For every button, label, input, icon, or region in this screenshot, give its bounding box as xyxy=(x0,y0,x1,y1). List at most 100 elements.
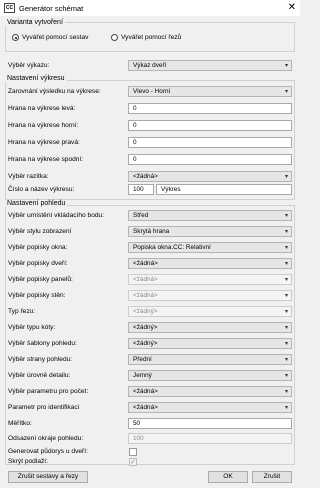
margin-bottom-label: Hrana na výkrese spodní: xyxy=(8,156,84,163)
chevron-down-icon: ▾ xyxy=(284,373,288,379)
wall-tag-combo: <žádná> ▾ xyxy=(128,290,292,301)
detail-level-value: Jemný xyxy=(133,372,152,379)
id-param-value: <žádná> xyxy=(133,404,158,411)
margin-top-input[interactable]: 0 xyxy=(128,120,292,131)
window-tag-combo[interactable]: Popiska okna.CC: Relativní ▾ xyxy=(128,242,292,253)
drawing-name-input[interactable]: Výkres xyxy=(156,184,292,195)
display-style-combo[interactable]: Skrytá hrana ▾ xyxy=(128,226,292,237)
chevron-down-icon: ▾ xyxy=(284,325,288,331)
radio-sets-label: Vyvářet pomocí sestav xyxy=(22,34,89,41)
alignment-value: Vlevo - Horní xyxy=(133,88,171,95)
chevron-down-icon: ▾ xyxy=(284,213,288,219)
view-row-label: Výběr typu kóty: xyxy=(8,324,56,331)
chevron-down-icon: ▾ xyxy=(284,405,288,411)
view-template-value: <žádný> xyxy=(133,340,158,347)
scale-input[interactable]: 50 xyxy=(128,418,292,429)
margin-right-label: Hrana na výkrese pravá: xyxy=(8,139,80,146)
view-row-label: Výběr popisky stěn: xyxy=(8,292,66,299)
title-bar: CC Generátor schémat ✕ xyxy=(0,0,300,16)
panel-tag-value: <žádná> xyxy=(133,276,158,283)
wall-tag-value: <žádná> xyxy=(133,292,158,299)
radio-sections-dot[interactable] xyxy=(111,34,118,41)
chevron-down-icon: ▾ xyxy=(284,277,288,283)
dimension-type-combo[interactable]: <žádný> ▾ xyxy=(128,322,292,333)
view-row: Výběr popisky dveří: <žádná> ▾ xyxy=(8,258,292,270)
hide-floor-checkbox: ✓ xyxy=(129,458,137,466)
ok-button[interactable]: OK xyxy=(208,471,248,483)
drawing-select-combo[interactable]: Výkaz dveří ▾ xyxy=(128,60,292,71)
id-param-combo[interactable]: <žádná> ▾ xyxy=(128,402,292,413)
view-row: Výběr popisky okna: Popiska okna.CC: Rel… xyxy=(8,242,292,254)
view-row-label: Výběr stylu zobrazení xyxy=(8,228,72,235)
view-row: Výběr úrovně detailu: Jemný ▾ xyxy=(8,370,292,382)
radio-sections[interactable]: Vyvářet pomocí řezů xyxy=(111,34,181,41)
cancel-button[interactable]: Zrušit xyxy=(252,471,292,483)
dimension-type-value: <žádný> xyxy=(133,324,158,331)
floorplan-checkbox[interactable] xyxy=(129,448,137,456)
margin-left-label: Hrana na výkrese levá: xyxy=(8,105,76,112)
alignment-row: Zarovnání výsledku na výkrese: Vlevo - H… xyxy=(8,86,292,98)
offset-label: Odsazení okraje pohledu: xyxy=(8,435,84,442)
chevron-down-icon: ▾ xyxy=(284,89,288,95)
insertion-point-combo[interactable]: Střed ▾ xyxy=(128,210,292,221)
view-row-label: Výběr úrovně detailu: xyxy=(8,372,71,379)
margin-bottom-input[interactable]: 0 xyxy=(128,154,292,165)
view-row-label: Výběr strany pohledu: xyxy=(8,356,73,363)
stamp-combo[interactable]: <žádná> ▾ xyxy=(128,171,292,182)
detail-level-combo[interactable]: Jemný ▾ xyxy=(128,370,292,381)
count-param-value: <žádná> xyxy=(133,388,158,395)
drawing-select-label: Výběr výkazu: xyxy=(8,62,50,69)
door-tag-combo[interactable]: <žádná> ▾ xyxy=(128,258,292,269)
scale-label: Měřítko: xyxy=(8,420,32,427)
chevron-down-icon: ▾ xyxy=(284,293,288,299)
view-row: Výběr umístění vkládacího bodu: Střed ▾ xyxy=(8,210,292,222)
chevron-down-icon: ▾ xyxy=(284,341,288,347)
chevron-down-icon: ▾ xyxy=(284,229,288,235)
view-row-label: Výběr popisky okna: xyxy=(8,244,68,251)
drawing-select-row: Výběr výkazu: Výkaz dveří ▾ xyxy=(8,60,292,72)
view-side-combo[interactable]: Přední ▾ xyxy=(128,354,292,365)
hide-floor-label: Skrýt podlaží: xyxy=(8,458,48,465)
view-row: Typ řezu: <žádný> ▾ xyxy=(8,306,292,318)
close-icon[interactable]: ✕ xyxy=(288,2,296,14)
view-row: Výběr stylu zobrazení Skrytá hrana ▾ xyxy=(8,226,292,238)
cancel-sets-button[interactable]: Zrušit sestavy a řezy xyxy=(8,471,88,483)
variant-group-label: Varianta vytvoření xyxy=(5,19,65,26)
hide-floor-row: Skrýt podlaží: ✓ xyxy=(8,456,292,468)
view-template-combo[interactable]: <žádný> ▾ xyxy=(128,338,292,349)
alignment-combo[interactable]: Vlevo - Horní ▾ xyxy=(128,86,292,97)
section-type-combo: <žádný> ▾ xyxy=(128,306,292,317)
insertion-point-value: Střed xyxy=(133,212,149,219)
radio-sets-dot[interactable] xyxy=(12,34,19,41)
drawing-number-input[interactable]: 100 xyxy=(128,184,154,195)
count-param-combo[interactable]: <žádná> ▾ xyxy=(128,386,292,397)
margin-right-row: Hrana na výkrese pravá: 0 xyxy=(8,137,292,149)
window-title: Generátor schémat xyxy=(19,3,84,13)
drawing-number-label: Číslo a název výkresu: xyxy=(8,186,75,193)
margin-bottom-row: Hrana na výkrese spodní: 0 xyxy=(8,154,292,166)
stamp-value: <žádná> xyxy=(133,173,158,180)
drawing-number-row: Číslo a název výkresu: 100 Výkres xyxy=(8,184,292,196)
panel-tag-combo: <žádná> ▾ xyxy=(128,274,292,285)
margin-right-input[interactable]: 0 xyxy=(128,137,292,148)
view-row-label: Výběr parametru pro počet: xyxy=(8,388,89,395)
chevron-down-icon: ▾ xyxy=(284,309,288,315)
view-side-value: Přední xyxy=(133,356,152,363)
view-settings-label: Nastavení pohledu xyxy=(5,200,68,207)
radio-sets[interactable]: Vyvářet pomocí sestav xyxy=(12,34,88,41)
view-row-label: Parametr pro identifikaci xyxy=(8,404,80,411)
view-row-label: Typ řezu: xyxy=(8,308,36,315)
stamp-row: Výběr razítka: <žádná> ▾ xyxy=(8,171,292,183)
drawing-settings-label: Nastavení výkresu xyxy=(5,75,67,82)
view-row-label: Výběr šablony pohledu: xyxy=(8,340,77,347)
chevron-down-icon: ▾ xyxy=(284,174,288,180)
view-row: Parametr pro identifikaci <žádná> ▾ xyxy=(8,402,292,414)
chevron-down-icon: ▾ xyxy=(284,261,288,267)
window-tag-value: Popiska okna.CC: Relativní xyxy=(133,244,211,251)
view-row: Výběr popisky stěn: <žádná> ▾ xyxy=(8,290,292,302)
door-tag-value: <žádná> xyxy=(133,260,158,267)
chevron-down-icon: ▾ xyxy=(284,63,288,69)
app-icon: CC xyxy=(4,3,15,13)
margin-left-input[interactable]: 0 xyxy=(128,103,292,114)
view-row: Výběr typu kóty: <žádný> ▾ xyxy=(8,322,292,334)
